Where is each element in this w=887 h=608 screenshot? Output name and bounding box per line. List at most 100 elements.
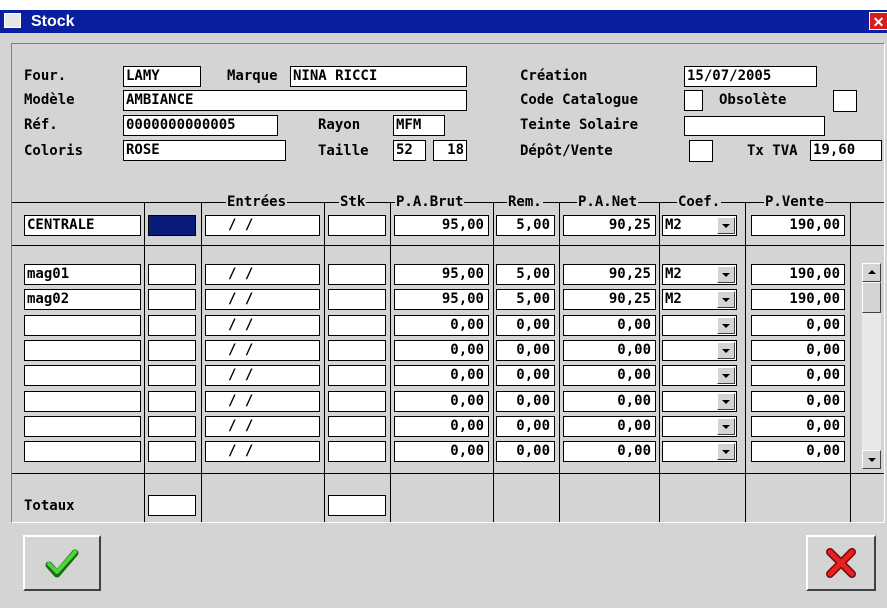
row-pa-brut[interactable]: 0,00 xyxy=(394,340,489,361)
row-stock[interactable] xyxy=(148,340,196,361)
row-coef-dropdown[interactable] xyxy=(662,340,737,361)
row-date[interactable]: / / xyxy=(205,315,320,336)
row-stock[interactable] xyxy=(148,416,196,437)
ref-field[interactable]: 0000000000005 xyxy=(123,115,278,136)
row-date[interactable]: / / xyxy=(205,391,320,412)
row-rem[interactable]: 5,00 xyxy=(496,264,555,285)
rayon-field[interactable]: MFM xyxy=(393,115,445,136)
chevron-down-icon[interactable] xyxy=(717,317,735,334)
row-stk[interactable] xyxy=(328,289,386,310)
row-p-vente[interactable]: 0,00 xyxy=(751,441,845,462)
row-rem[interactable]: 0,00 xyxy=(496,391,555,412)
coloris-field[interactable]: ROSE xyxy=(123,140,286,161)
obsolete-checkbox[interactable] xyxy=(833,90,857,112)
ok-button[interactable] xyxy=(23,535,101,591)
row-rem[interactable]: 0,00 xyxy=(496,441,555,462)
row-date[interactable]: / / xyxy=(205,289,320,310)
row-pa-brut[interactable]: 0,00 xyxy=(394,365,489,386)
modele-field[interactable]: AMBIANCE xyxy=(123,90,467,111)
row-p-vente[interactable]: 0,00 xyxy=(751,416,845,437)
row-rem[interactable]: 0,00 xyxy=(496,365,555,386)
row-stk[interactable] xyxy=(328,340,386,361)
fournisseur-field[interactable]: LAMY xyxy=(123,66,201,87)
chevron-down-icon[interactable] xyxy=(717,418,735,435)
row-p-vente[interactable]: 190,00 xyxy=(751,264,845,285)
row-pa-net[interactable]: 0,00 xyxy=(563,340,656,361)
chevron-down-icon[interactable] xyxy=(717,443,735,460)
centrale-stock-focused[interactable] xyxy=(148,215,196,236)
row-pa-net[interactable]: 90,25 xyxy=(563,289,656,310)
row-rem[interactable]: 0,00 xyxy=(496,416,555,437)
centrale-coef-dropdown[interactable]: M2 xyxy=(662,215,737,236)
chevron-down-icon[interactable] xyxy=(717,342,735,359)
row-stk[interactable] xyxy=(328,264,386,285)
close-icon[interactable]: ✕ xyxy=(869,12,887,30)
row-pa-net[interactable]: 90,25 xyxy=(563,264,656,285)
chevron-down-icon[interactable] xyxy=(717,266,735,283)
row-stk[interactable] xyxy=(328,416,386,437)
row-name[interactable] xyxy=(24,441,141,462)
row-coef-dropdown[interactable] xyxy=(662,315,737,336)
teinte-solaire-field[interactable] xyxy=(684,116,825,136)
row-stock[interactable] xyxy=(148,264,196,285)
row-stk[interactable] xyxy=(328,441,386,462)
centrale-pa-net[interactable]: 90,25 xyxy=(563,215,656,236)
centrale-rem[interactable]: 5,00 xyxy=(496,215,555,236)
row-date[interactable]: / / xyxy=(205,416,320,437)
row-name[interactable] xyxy=(24,391,141,412)
row-pa-net[interactable]: 0,00 xyxy=(563,416,656,437)
row-pa-brut[interactable]: 95,00 xyxy=(394,289,489,310)
row-date[interactable]: / / xyxy=(205,441,320,462)
code-catalogue-checkbox[interactable] xyxy=(684,90,703,111)
row-date[interactable]: / / xyxy=(205,264,320,285)
row-stock[interactable] xyxy=(148,391,196,412)
row-stock[interactable] xyxy=(148,365,196,386)
creation-field[interactable]: 15/07/2005 xyxy=(684,66,817,87)
cancel-button[interactable] xyxy=(806,535,876,591)
row-date[interactable]: / / xyxy=(205,365,320,386)
row-stock[interactable] xyxy=(148,315,196,336)
row-name[interactable]: mag02 xyxy=(24,289,141,310)
centrale-p-vente[interactable]: 190,00 xyxy=(751,215,845,236)
row-pa-brut[interactable]: 0,00 xyxy=(394,441,489,462)
row-name[interactable]: mag01 xyxy=(24,264,141,285)
row-pa-net[interactable]: 0,00 xyxy=(563,441,656,462)
row-pa-brut[interactable]: 0,00 xyxy=(394,416,489,437)
row-p-vente[interactable]: 190,00 xyxy=(751,289,845,310)
row-rem[interactable]: 5,00 xyxy=(496,289,555,310)
row-pa-net[interactable]: 0,00 xyxy=(563,315,656,336)
centrale-date[interactable]: / / xyxy=(205,215,320,236)
row-pa-net[interactable]: 0,00 xyxy=(563,391,656,412)
row-coef-dropdown[interactable] xyxy=(662,365,737,386)
row-stk[interactable] xyxy=(328,315,386,336)
row-pa-brut[interactable]: 95,00 xyxy=(394,264,489,285)
row-rem[interactable]: 0,00 xyxy=(496,340,555,361)
row-pa-brut[interactable]: 0,00 xyxy=(394,315,489,336)
rows-scrollbar[interactable] xyxy=(862,263,881,469)
row-p-vente[interactable]: 0,00 xyxy=(751,391,845,412)
row-stock[interactable] xyxy=(148,289,196,310)
row-pa-net[interactable]: 0,00 xyxy=(563,365,656,386)
centrale-pa-brut[interactable]: 95,00 xyxy=(394,215,489,236)
chevron-down-icon[interactable] xyxy=(717,393,735,410)
row-stk[interactable] xyxy=(328,391,386,412)
row-stk[interactable] xyxy=(328,365,386,386)
row-name[interactable] xyxy=(24,315,141,336)
row-p-vente[interactable]: 0,00 xyxy=(751,365,845,386)
centrale-stk[interactable] xyxy=(328,215,386,236)
row-pa-brut[interactable]: 0,00 xyxy=(394,391,489,412)
row-name[interactable] xyxy=(24,340,141,361)
row-name[interactable] xyxy=(24,365,141,386)
row-coef-dropdown[interactable] xyxy=(662,391,737,412)
chevron-down-icon[interactable] xyxy=(717,291,735,308)
row-coef-dropdown[interactable] xyxy=(662,416,737,437)
taille-field-1[interactable]: 52 xyxy=(393,140,426,161)
tva-field[interactable]: 19,60 xyxy=(810,140,882,161)
row-coef-dropdown[interactable]: M2 xyxy=(662,289,737,310)
row-coef-dropdown[interactable] xyxy=(662,441,737,462)
chevron-down-icon[interactable] xyxy=(717,367,735,384)
taille-field-2[interactable]: 18 xyxy=(433,140,467,161)
scroll-down-button[interactable] xyxy=(862,450,881,469)
scroll-up-button[interactable] xyxy=(862,263,881,282)
row-p-vente[interactable]: 0,00 xyxy=(751,315,845,336)
